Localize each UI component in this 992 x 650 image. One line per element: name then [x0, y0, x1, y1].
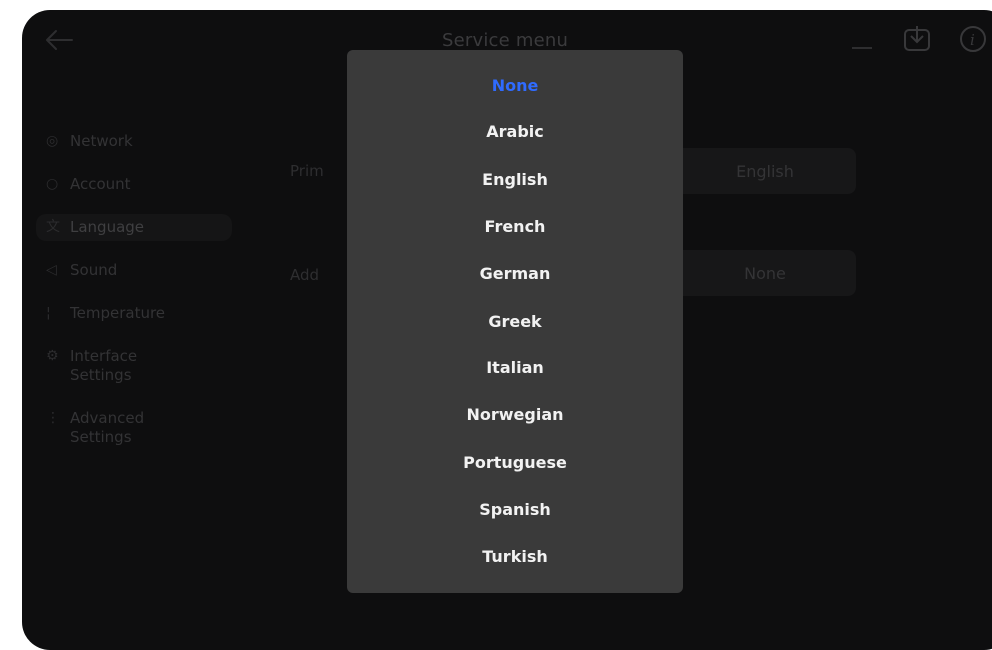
settings-icon: ⚙ [46, 348, 59, 364]
sidebar-item-label: Network [70, 132, 133, 150]
primary-language-select[interactable]: English [674, 148, 856, 194]
sidebar-item-label: Temperature [70, 304, 166, 322]
dropdown-option-arabic[interactable]: Arabic [347, 118, 683, 146]
thermometer-icon: ¦ [46, 305, 51, 321]
dropdown-option-german[interactable]: German [347, 260, 683, 288]
sidebar-item-label: Advanced Settings [70, 409, 145, 446]
sidebar-item-interface-settings[interactable]: ⚙ Interface Settings [36, 343, 232, 389]
sidebar-item-language[interactable]: 文 Language [36, 214, 232, 241]
sidebar-item-account[interactable]: ○ Account [36, 171, 232, 198]
dropdown-option-italian[interactable]: Italian [347, 354, 683, 382]
page-title: Service menu [442, 30, 569, 51]
dropdown-option-greek[interactable]: Greek [347, 308, 683, 336]
sidebar-item-network[interactable]: ◎ Network [36, 128, 232, 155]
back-arrow-icon[interactable] [44, 28, 74, 52]
dropdown-option-english[interactable]: English [347, 166, 683, 194]
globe-icon: ◎ [46, 133, 59, 149]
sidebar: ◎ Network ○ Account 文 Language ◁ Sound ¦… [36, 128, 232, 467]
translate-icon: 文 [46, 219, 60, 235]
dropdown-option-french[interactable]: French [347, 213, 683, 241]
dropdown-option-spanish[interactable]: Spanish [347, 496, 683, 524]
svg-text:i: i [970, 31, 975, 49]
dropdown-option-portuguese[interactable]: Portuguese [347, 449, 683, 477]
more-vertical-icon: ⋮ [46, 410, 60, 426]
sidebar-item-temperature[interactable]: ¦ Temperature [36, 300, 232, 327]
primary-language-label: Prim [290, 162, 324, 180]
dropdown-option-turkish[interactable]: Turkish [347, 543, 683, 571]
sidebar-item-label: Sound [70, 261, 118, 279]
language-dropdown: None Arabic English French German Greek … [347, 50, 683, 593]
user-icon: ○ [46, 176, 59, 192]
sidebar-item-advanced-settings[interactable]: ⋮ Advanced Settings [36, 405, 232, 451]
sidebar-item-sound[interactable]: ◁ Sound [36, 257, 232, 284]
dropdown-option-norwegian[interactable]: Norwegian [347, 401, 683, 429]
additional-language-select[interactable]: None [674, 250, 856, 296]
sidebar-item-label: Language [70, 218, 145, 236]
dropdown-option-none[interactable]: None [347, 72, 683, 100]
sidebar-item-label: Interface Settings [70, 347, 138, 384]
download-icon[interactable] [902, 24, 932, 54]
additional-language-label: Add [290, 266, 320, 284]
speaker-icon: ◁ [46, 262, 57, 278]
sidebar-item-label: Account [70, 175, 131, 193]
info-icon[interactable]: i [958, 24, 988, 54]
minimize-icon[interactable] [850, 28, 874, 52]
